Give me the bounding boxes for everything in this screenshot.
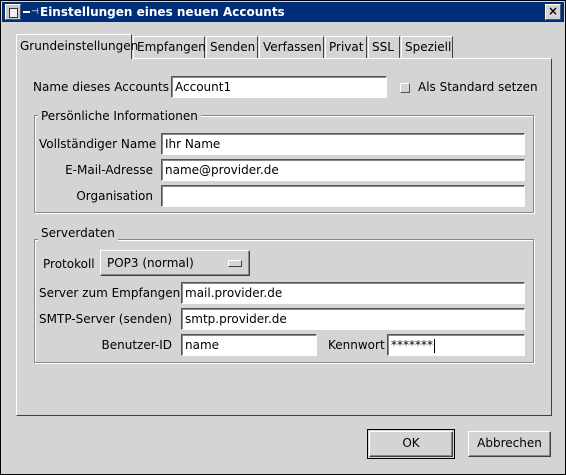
- user-id-input[interactable]: name: [181, 334, 317, 356]
- personal-info-title: Persönliche Informationen: [38, 108, 201, 124]
- smtp-server-label: SMTP-Server (senden): [39, 312, 172, 326]
- default-account-label: Als Standard setzen: [418, 80, 538, 94]
- text-caret: [434, 338, 435, 353]
- fullname-input[interactable]: Ihr Name: [161, 133, 525, 155]
- minimize-dash-icon: [23, 11, 30, 13]
- password-value: *******: [391, 338, 433, 352]
- title-bar[interactable]: ⊣ Einstellungen eines neuen Accounts ×: [2, 2, 564, 22]
- password-label: Kennwort: [328, 338, 385, 352]
- protocol-dropdown[interactable]: POP3 (normal): [100, 250, 250, 276]
- fullname-label: Vollständiger Name: [39, 137, 157, 151]
- server-data-title: Serverdaten: [38, 225, 118, 241]
- ok-button[interactable]: OK: [367, 429, 455, 459]
- account-name-input[interactable]: Account1: [171, 76, 387, 98]
- tab-empfangen[interactable]: Empfangen: [133, 36, 206, 58]
- tab-speziell[interactable]: Speziell: [401, 36, 453, 58]
- user-id-label: Benutzer-ID: [101, 338, 173, 352]
- account-name-label: Name dieses Accounts: [33, 80, 169, 94]
- pin-icon: ⊣: [31, 7, 39, 17]
- smtp-server-input[interactable]: smtp.provider.de: [181, 308, 525, 330]
- tab-senden[interactable]: Senden: [206, 36, 258, 58]
- email-label: E-Mail-Adresse: [65, 163, 153, 177]
- close-icon[interactable]: ×: [545, 4, 561, 20]
- organisation-label: Organisation: [76, 189, 153, 203]
- password-input[interactable]: *******: [387, 334, 525, 356]
- protocol-label: Protokoll: [43, 257, 95, 271]
- dropdown-indicator-icon: [228, 260, 242, 267]
- cancel-button[interactable]: Abbrechen: [468, 431, 551, 457]
- protocol-value: POP3 (normal): [107, 256, 194, 270]
- tab-panel-grundeinstellungen: Name dieses Accounts Account1 Als Standa…: [16, 58, 552, 416]
- tab-privat[interactable]: Privat: [325, 36, 367, 58]
- incoming-server-label: Server zum Empfangen: [39, 286, 181, 300]
- default-account-checkbox[interactable]: [400, 83, 410, 93]
- account-settings-window: ⊣ Einstellungen eines neuen Accounts × G…: [0, 0, 566, 475]
- tab-grundeinstellungen[interactable]: Grundeinstellungen: [16, 34, 138, 59]
- window-menu-icon[interactable]: [5, 4, 21, 20]
- window-title: Einstellungen eines neuen Accounts: [40, 5, 285, 19]
- organisation-input[interactable]: [161, 185, 525, 207]
- email-input[interactable]: name@provider.de: [161, 159, 525, 181]
- tab-verfassen[interactable]: Verfassen: [259, 36, 324, 58]
- tab-ssl[interactable]: SSL: [368, 36, 400, 58]
- incoming-server-input[interactable]: mail.provider.de: [181, 282, 525, 304]
